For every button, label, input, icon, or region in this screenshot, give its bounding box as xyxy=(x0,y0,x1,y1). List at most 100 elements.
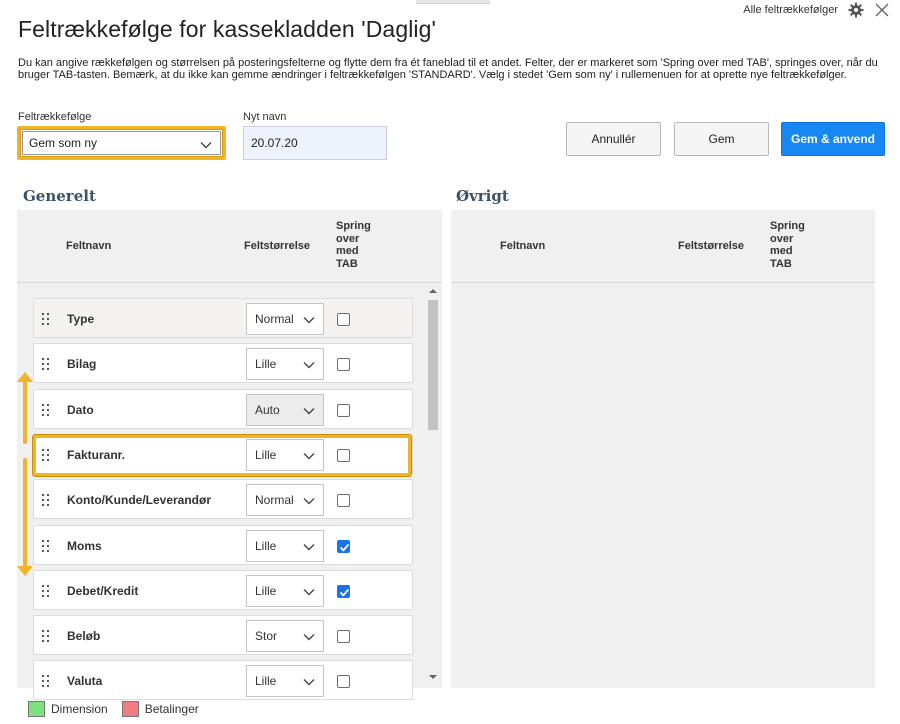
col-skip-tab: Spring over med TAB xyxy=(770,220,805,270)
field-row[interactable]: Fakturanr. Lille xyxy=(33,434,413,474)
window-tab-strip xyxy=(416,0,490,4)
field-name: Dato xyxy=(67,403,94,417)
field-row[interactable]: Bilag Lille xyxy=(33,343,413,383)
drag-handle-icon[interactable] xyxy=(42,630,50,642)
field-size-value: Normal xyxy=(255,493,294,507)
field-size-dropdown[interactable]: Auto xyxy=(246,394,324,426)
field-row[interactable]: Moms Lille xyxy=(33,525,413,565)
field-size-dropdown[interactable]: Lille xyxy=(246,348,324,380)
field-row[interactable]: Valuta Lille xyxy=(33,660,413,700)
field-name: Beløb xyxy=(67,629,101,643)
cancel-button[interactable]: Annullér xyxy=(566,122,661,156)
drag-handle-icon[interactable] xyxy=(42,675,50,687)
other-table-header: Feltnavn Feltstørrelse Spring over med T… xyxy=(451,210,875,283)
field-name: Debet/Kredit xyxy=(67,584,139,598)
field-size-dropdown[interactable]: Lille xyxy=(246,530,324,562)
field-name: Bilag xyxy=(67,357,97,371)
dialog-description: Du kan angive rækkefølgen og størrelsen … xyxy=(18,57,878,81)
sequence-dropdown[interactable]: Gem som ny xyxy=(17,126,226,160)
field-row[interactable]: Beløb Stor xyxy=(33,615,413,655)
save-apply-button[interactable]: Gem & anvend xyxy=(781,122,885,156)
new-name-input[interactable]: 20.07.20 xyxy=(243,126,387,160)
legend-label-payments: Betalinger xyxy=(144,702,199,716)
field-size-dropdown[interactable]: Lille xyxy=(246,665,324,697)
field-size-value: Lille xyxy=(255,357,277,371)
chevron-down-icon xyxy=(303,589,315,596)
chevron-down-icon xyxy=(303,498,315,505)
col-field-size: Feltstørrelse xyxy=(678,240,745,252)
dialog-title: Feltrækkefølge for kassekladden 'Daglig' xyxy=(18,16,437,42)
new-name-value: 20.07.20 xyxy=(251,136,298,150)
scroll-thumb[interactable] xyxy=(428,300,438,430)
save-button[interactable]: Gem xyxy=(674,122,769,156)
chevron-down-icon xyxy=(200,142,212,149)
sequence-label: Feltrækkefølge xyxy=(18,111,92,123)
legend-swatch-dimension xyxy=(28,701,45,717)
field-name: Konto/Kunde/Leverandør xyxy=(67,493,212,507)
all-sequences-link[interactable]: Alle feltrækkefølger xyxy=(743,4,838,16)
scroll-up-icon[interactable] xyxy=(429,288,437,294)
field-list-scrollbar[interactable] xyxy=(425,288,441,686)
field-row[interactable]: Type Normal xyxy=(33,298,413,338)
field-size-value: Auto xyxy=(255,403,280,417)
sequence-dropdown-value: Gem som ny xyxy=(29,136,98,150)
chevron-down-icon xyxy=(303,634,315,641)
gear-icon[interactable] xyxy=(848,2,864,18)
drag-handle-icon[interactable] xyxy=(42,404,50,416)
drag-handle-icon[interactable] xyxy=(42,449,50,461)
field-row[interactable]: Konto/Kunde/Leverandør Normal xyxy=(33,479,413,519)
field-name: Moms xyxy=(67,539,102,553)
chevron-down-icon xyxy=(303,362,315,369)
field-size-value: Stor xyxy=(255,629,278,643)
section-other-title: Øvrigt xyxy=(456,187,509,205)
col-skip-tab: Spring over med TAB xyxy=(336,220,371,270)
drag-handle-icon[interactable] xyxy=(42,585,50,597)
field-size-value: Lille xyxy=(255,584,277,598)
skip-tab-checkbox[interactable] xyxy=(337,313,350,326)
header-actions: Alle feltrækkefølger xyxy=(743,2,890,18)
field-size-value: Lille xyxy=(255,539,277,553)
field-size-value: Lille xyxy=(255,674,277,688)
name-label: Nyt navn xyxy=(243,111,287,123)
move-arrows-annotation xyxy=(17,372,33,576)
legend-label-dimension: Dimension xyxy=(51,702,108,716)
field-size-value: Normal xyxy=(255,312,294,326)
chevron-down-icon xyxy=(303,408,315,415)
legend-swatch-payments xyxy=(121,701,139,717)
field-name: Valuta xyxy=(67,674,103,688)
field-name: Fakturanr. xyxy=(67,448,126,462)
skip-tab-checkbox[interactable] xyxy=(337,358,350,371)
field-row[interactable]: Dato Auto xyxy=(33,389,413,429)
close-icon[interactable] xyxy=(874,2,890,18)
col-field-name: Feltnavn xyxy=(500,240,546,252)
field-size-dropdown[interactable]: Lille xyxy=(246,439,324,471)
drag-handle-icon[interactable] xyxy=(42,358,50,370)
drag-handle-icon[interactable] xyxy=(42,313,50,325)
col-field-name: Feltnavn xyxy=(66,240,112,252)
skip-tab-checkbox[interactable] xyxy=(337,675,350,688)
scroll-down-icon[interactable] xyxy=(429,674,437,680)
skip-tab-checkbox[interactable] xyxy=(337,404,350,417)
legend: Dimension Betalinger xyxy=(28,701,199,717)
skip-tab-checkbox[interactable] xyxy=(337,630,350,643)
general-fields-panel: Feltnavn Feltstørrelse Spring over med T… xyxy=(17,210,442,700)
drag-handle-icon[interactable] xyxy=(42,540,50,552)
field-size-dropdown[interactable]: Stor xyxy=(246,620,324,652)
skip-tab-checkbox[interactable] xyxy=(337,540,350,553)
skip-tab-checkbox[interactable] xyxy=(337,585,350,598)
skip-tab-checkbox[interactable] xyxy=(337,494,350,507)
chevron-down-icon xyxy=(303,679,315,686)
field-size-value: Lille xyxy=(255,448,277,462)
skip-tab-checkbox[interactable] xyxy=(337,449,350,462)
chevron-down-icon xyxy=(303,317,315,324)
field-size-dropdown[interactable]: Normal xyxy=(246,303,324,335)
field-row[interactable]: Debet/Kredit Lille xyxy=(33,570,413,610)
field-size-dropdown[interactable]: Lille xyxy=(246,575,324,607)
drag-handle-icon[interactable] xyxy=(42,494,50,506)
chevron-down-icon xyxy=(303,453,315,460)
general-table-header: Feltnavn Feltstørrelse Spring over med T… xyxy=(17,210,442,283)
field-name: Type xyxy=(67,312,95,326)
section-general-title: Generelt xyxy=(23,187,96,205)
field-size-dropdown[interactable]: Normal xyxy=(246,484,324,516)
chevron-down-icon xyxy=(303,544,315,551)
